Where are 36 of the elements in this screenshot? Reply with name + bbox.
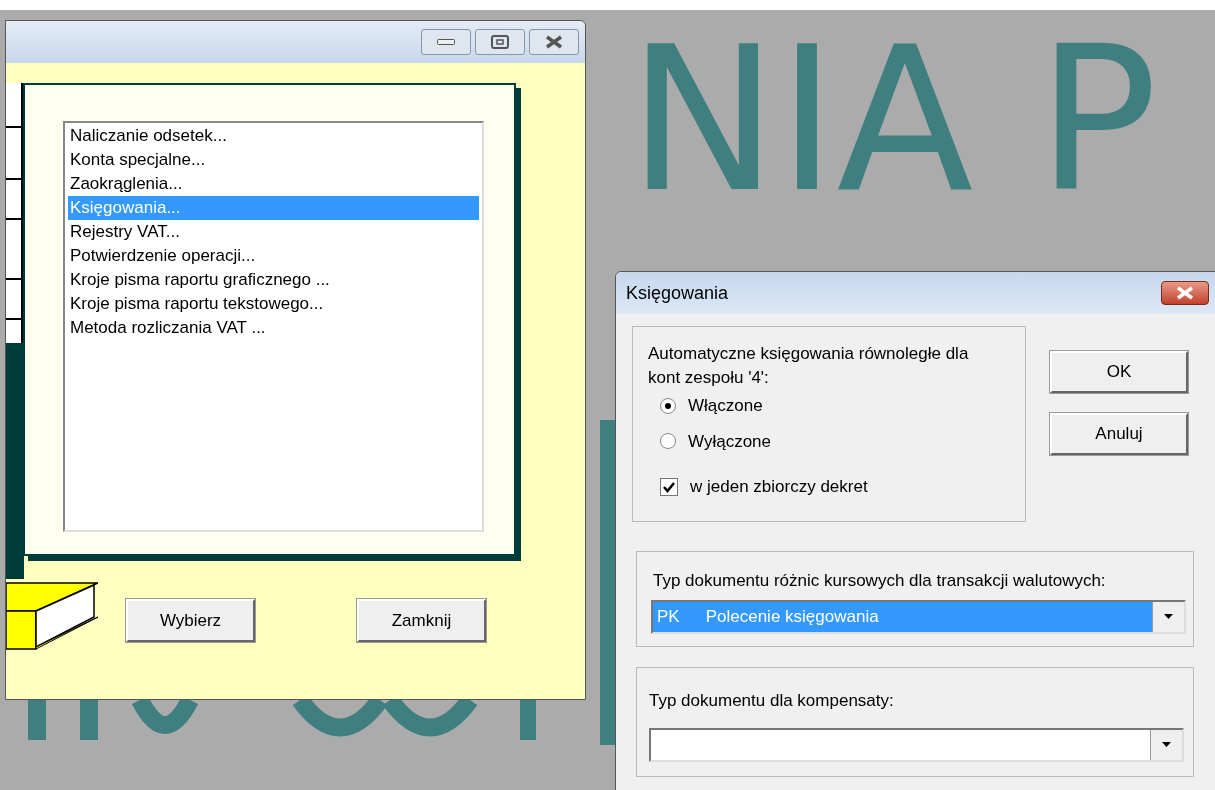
- background-lettering: NIA P: [628, 2, 1158, 238]
- minimize-icon: [437, 39, 455, 45]
- checkbox[interactable]: [660, 477, 678, 496]
- dialog-button[interactable]: Anuluj: [1050, 413, 1188, 455]
- document-code: PK: [657, 605, 680, 628]
- radio-label: Wyłączone: [688, 430, 771, 453]
- maximize-button[interactable]: [475, 29, 525, 55]
- list-item[interactable]: Metoda rozliczania VAT ...: [68, 316, 479, 340]
- document-name: Polecenie księgowania: [705, 605, 879, 628]
- radio-button[interactable]: [660, 397, 676, 414]
- dialog-title: Księgowania: [626, 281, 729, 305]
- radio-button[interactable]: [660, 433, 676, 450]
- checkbox-label: w jeden zbiorczy dekret: [690, 476, 868, 498]
- group-label: Automatyczne księgowania równoległe dla kont zespołu '4':: [648, 343, 970, 389]
- restore-icon: [491, 35, 509, 49]
- list-item[interactable]: Potwierdzenie operacji...: [68, 244, 479, 268]
- list-item[interactable]: Kroje pisma raportu graficznego ...: [68, 268, 479, 292]
- radio-label: Włączone: [688, 395, 763, 417]
- dialog-button[interactable]: Wybierz: [126, 599, 255, 642]
- field-label: Typ dokumentu różnic kursowych dla transakcji walutowych:: [653, 570, 1107, 592]
- list-item[interactable]: Konta specjalne...: [68, 148, 479, 172]
- list-item[interactable]: Naliczanie odsetek...: [68, 124, 479, 148]
- close-icon: [1175, 286, 1195, 300]
- list-item[interactable]: Kroje pisma raportu tekstowego...: [68, 292, 479, 316]
- list-item[interactable]: Zaokrąglenia...: [68, 172, 479, 196]
- dropdown-field[interactable]: [649, 727, 1184, 762]
- close-icon: [544, 35, 564, 49]
- dialog-button[interactable]: Zamknij: [357, 599, 486, 642]
- dialog-button[interactable]: OK: [1050, 351, 1188, 393]
- minimize-button[interactable]: [421, 29, 471, 55]
- list-item[interactable]: Rejestry VAT...: [68, 220, 479, 244]
- close-button[interactable]: [1161, 281, 1209, 305]
- dropdown-arrow-icon: [1162, 742, 1171, 747]
- field-label: Typ dokumentu dla kompensaty:: [649, 690, 895, 712]
- dropdown-arrow-icon: [1164, 614, 1173, 619]
- close-button[interactable]: [529, 29, 579, 55]
